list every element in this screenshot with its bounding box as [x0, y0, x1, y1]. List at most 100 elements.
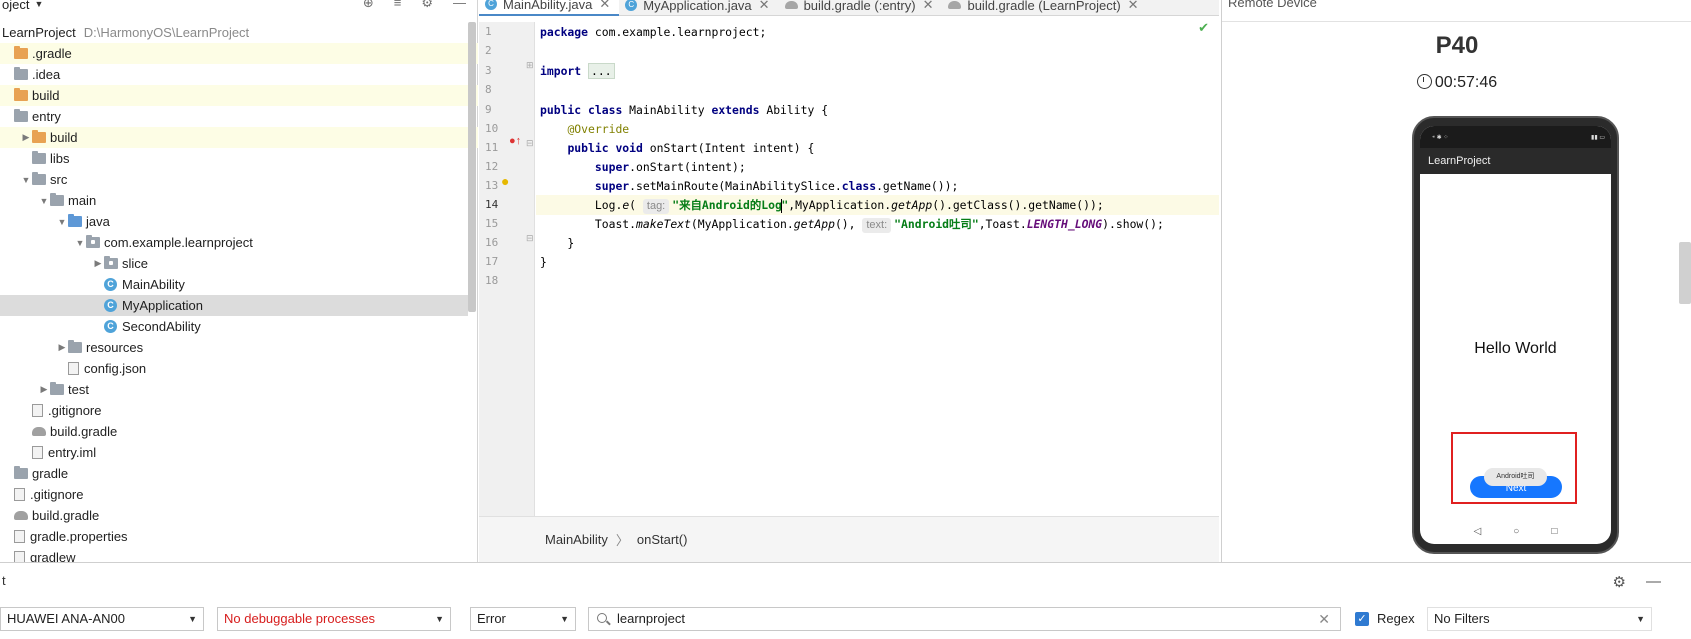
line-number: 1 — [485, 25, 492, 38]
filter-select[interactable]: No Filters ▼ — [1427, 607, 1652, 631]
folded-imports[interactable]: ... — [588, 63, 615, 79]
device-scrollbar[interactable] — [1679, 242, 1691, 304]
tree-item-label: build — [50, 130, 78, 145]
check-icon: ✔ — [1198, 20, 1209, 35]
folder-icon — [50, 193, 64, 206]
tree-item[interactable]: entry — [0, 106, 478, 127]
back-icon[interactable]: ◁ — [1474, 526, 1482, 537]
tree-item[interactable]: .gitignore — [0, 400, 478, 421]
tree-root[interactable]: LearnProject D:\HarmonyOS\LearnProject — [0, 22, 478, 43]
breadcrumb-method[interactable]: onStart() — [637, 532, 688, 547]
tree-item[interactable]: .gitignore — [0, 484, 478, 505]
project-scrollbar[interactable] — [468, 22, 476, 312]
editor-tab-label: MyApplication.java — [643, 0, 752, 13]
collapse-all-icon[interactable]: ≡ — [394, 0, 402, 11]
minimize-icon[interactable]: — — [1646, 573, 1661, 591]
tree-item[interactable]: build — [0, 85, 478, 106]
search-value: learnproject — [617, 611, 685, 626]
home-icon[interactable]: ○ — [1513, 526, 1519, 537]
regex-checkbox[interactable]: ✓ — [1355, 611, 1369, 626]
close-icon[interactable]: ✕ — [1128, 0, 1139, 13]
close-icon[interactable]: ✕ — [759, 0, 770, 13]
chevron-right-icon[interactable]: ▶ — [56, 342, 68, 353]
tree-item-label: MyApplication — [122, 298, 203, 313]
file-icon — [14, 488, 25, 501]
fold-method-icon[interactable]: ⊟ — [526, 138, 534, 149]
session-timer: 00:57:46 — [1222, 74, 1691, 92]
close-icon[interactable]: ✕ — [599, 0, 610, 12]
recents-icon[interactable]: □ — [1551, 526, 1557, 537]
locate-icon[interactable]: ⊕ — [363, 0, 374, 11]
tree-item[interactable]: .idea — [0, 64, 478, 85]
tree-item[interactable]: ▶ build — [0, 127, 478, 148]
folder-icon — [32, 151, 46, 164]
tree-item[interactable]: entry.iml — [0, 442, 478, 463]
fold-import-icon[interactable]: ⊞ — [526, 60, 534, 71]
tree-item[interactable]: ▶ resources — [0, 337, 478, 358]
tree-item[interactable]: C MainAbility — [0, 274, 478, 295]
chevron-down-icon: ▼ — [435, 614, 444, 624]
regex-toggle[interactable]: ✓ Regex — [1355, 611, 1415, 626]
tree-item[interactable]: ▼ com.example.learnproject — [0, 232, 478, 253]
chevron-right-icon[interactable]: ▶ — [92, 258, 104, 269]
tree-item[interactable]: C MyApplication — [0, 295, 468, 316]
tree-item[interactable]: gradle.properties — [0, 526, 478, 547]
chevron-down-icon[interactable]: ▼ — [34, 0, 43, 9]
phone-status-bar: ⁌ ✱ ⁘ ▮▮ ▭ — [1420, 126, 1611, 148]
tree-item[interactable]: build.gradle — [0, 505, 478, 526]
tree-item[interactable]: .gradle — [0, 43, 478, 64]
remote-device-header: Remote Device — [1222, 0, 1691, 22]
editor-tab[interactable]: build.gradle (:entry) ✕ — [779, 0, 943, 16]
override-marker-icon[interactable]: ●↑ — [509, 135, 521, 147]
process-select[interactable]: No debuggable processes ▼ — [217, 607, 451, 631]
tree-item-label: libs — [50, 151, 70, 166]
device-select[interactable]: HUAWEI ANA-AN00 ▼ — [0, 607, 204, 631]
gradle-icon — [32, 427, 46, 436]
gear-icon[interactable]: ⚙ — [421, 0, 433, 11]
tree-item[interactable]: libs — [0, 148, 478, 169]
editor-tab[interactable]: C MainAbility.java ✕ — [479, 0, 620, 16]
tree-item-label: .gradle — [32, 46, 72, 61]
tree-item[interactable]: build.gradle — [0, 421, 478, 442]
line-number: 8 — [485, 83, 492, 96]
tree-item[interactable]: ▼ src — [0, 169, 478, 190]
phone-screen[interactable]: ⁌ ✱ ⁘ ▮▮ ▭ LearnProject Hello World Andr… — [1420, 126, 1611, 544]
breadcrumb-class[interactable]: MainAbility — [545, 532, 608, 547]
code-area[interactable]: package com.example.learnproject; import… — [536, 22, 1219, 516]
tree-item[interactable]: C SecondAbility — [0, 316, 478, 337]
package-icon — [86, 235, 100, 248]
chevron-down-icon[interactable]: ▼ — [38, 196, 50, 206]
tree-item[interactable]: ▼ main — [0, 190, 478, 211]
log-level-select[interactable]: Error ▼ — [470, 607, 576, 631]
tree-item[interactable]: ▶ slice — [0, 253, 478, 274]
gear-icon[interactable]: ⚙ — [1613, 573, 1626, 591]
file-icon — [32, 404, 43, 417]
chevron-down-icon[interactable]: ▼ — [56, 217, 68, 227]
log-search-input[interactable]: learnproject ✕ — [588, 607, 1341, 631]
close-icon[interactable]: ✕ — [923, 0, 934, 13]
tree-item[interactable]: ▶ test — [0, 379, 478, 400]
folder-icon — [14, 466, 28, 479]
tree-item[interactable]: config.json — [0, 358, 478, 379]
chevron-right-icon[interactable]: ▶ — [20, 132, 32, 143]
tree-item[interactable]: gradle — [0, 463, 478, 484]
signal-icon: ⁌ ✱ ⁘ — [1432, 135, 1449, 141]
minimize-icon[interactable]: — — [453, 0, 466, 11]
tree-item[interactable]: ▼ java — [0, 211, 478, 232]
chevron-down-icon[interactable]: ▼ — [20, 175, 32, 185]
line-number: 18 — [485, 274, 499, 287]
clear-icon[interactable]: ✕ — [1318, 608, 1330, 630]
line-number: 15 — [485, 217, 499, 230]
folder-icon — [32, 130, 46, 143]
editor-tab[interactable]: C MyApplication.java ✕ — [619, 0, 778, 16]
project-panel-header: oject ▼ ⊕ ≡ ⚙ — — [0, 0, 478, 14]
chevron-down-icon[interactable]: ▼ — [74, 238, 86, 248]
line-number: 11 — [485, 141, 499, 154]
project-view-title[interactable]: oject — [2, 0, 29, 12]
code-line-14: Log.e( tag: "来自Android的Log",MyApplication… — [536, 195, 1219, 215]
ide-window: oject ▼ ⊕ ≡ ⚙ — LearnProject D:\HarmonyO… — [0, 0, 1691, 639]
editor-tab[interactable]: build.gradle (LearnProject) ✕ — [942, 0, 1147, 16]
chevron-right-icon[interactable]: ▶ — [38, 384, 50, 395]
fold-end-icon[interactable]: ⊟ — [526, 233, 534, 244]
param-hint-text: text: — [862, 218, 892, 233]
